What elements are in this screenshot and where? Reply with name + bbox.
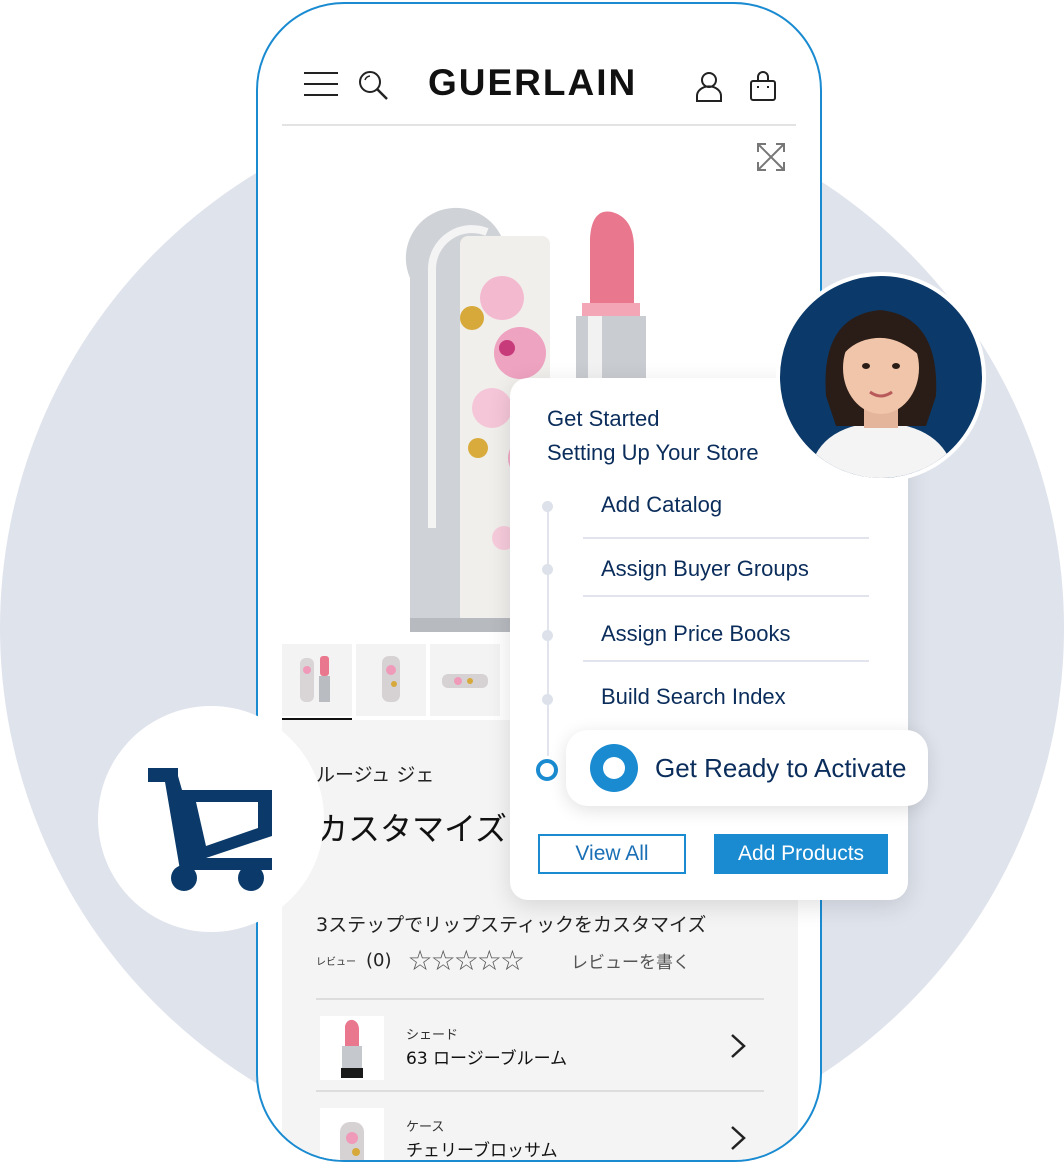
step-add-catalog[interactable]: Add Catalog [583,476,869,539]
review-count: (0) [366,950,392,971]
product-tagline: 3ステップでリップスティックをカスタマイズ [316,914,707,936]
step-label: Add Catalog [601,492,723,517]
step-label: Assign Buyer Groups [601,556,809,581]
shopping-cart-icon [148,768,272,891]
write-review-link[interactable]: レビューを書く [571,948,690,973]
variant-value: チェリーブロッサム [406,1141,558,1161]
review-row: レビュー (0) ☆☆☆☆☆ レビューを書く [316,944,690,977]
divider [583,660,869,662]
expand-icon[interactable] [756,142,786,172]
view-all-button[interactable]: View All [538,834,686,874]
step-build-search-index[interactable]: Build Search Index [583,668,869,728]
chevron-right-icon [731,1126,746,1150]
step-dot [542,564,553,575]
divider [583,595,869,597]
chevron-right-icon [731,1034,746,1058]
user-icon[interactable] [694,70,724,102]
divider [583,537,869,539]
case-thumbnail [320,1108,384,1160]
divider [316,998,764,1000]
store-header: GUERLAIN [282,4,796,126]
menu-icon[interactable] [304,72,338,96]
review-label: レビュー [316,957,356,968]
step-dot [542,630,553,641]
step-assign-buyer-groups[interactable]: Assign Buyer Groups [583,540,869,600]
step-dot [542,694,553,705]
card-subheading: Setting Up Your Store [547,440,759,465]
variant-row-shade[interactable]: シェード 63 ロージーブルーム [316,1002,764,1092]
variant-label: ケース [406,1120,445,1135]
variant-value: 63 ロージーブルーム [406,1049,568,1069]
product-subtitle: ルージュ ジェ [316,764,435,786]
step-label: Build Search Index [601,684,786,709]
active-step-label: Get Ready to Activate [655,753,907,783]
shade-thumbnail [320,1016,384,1080]
search-icon[interactable] [356,68,390,102]
variant-label: シェード [406,1028,459,1043]
brand-logo[interactable]: GUERLAIN [428,62,637,104]
thumbnail[interactable] [430,644,500,716]
variant-row-case[interactable]: ケース チェリーブロッサム [316,1094,764,1161]
card-heading: Get Started [547,406,660,431]
divider [316,1090,764,1092]
active-step-card[interactable]: Get Ready to Activate [566,730,928,806]
step-dot [542,501,553,512]
cart-bubble [98,706,324,932]
thumbnail[interactable] [356,644,426,716]
step-assign-price-books[interactable]: Assign Price Books [583,604,869,664]
avatar [776,272,986,482]
star-rating[interactable]: ☆☆☆☆☆ [408,944,526,977]
active-step-dot [536,759,558,781]
bag-icon[interactable] [748,70,778,102]
step-label: Assign Price Books [601,621,791,646]
active-step-icon [590,744,638,792]
add-products-button[interactable]: Add Products [714,834,888,874]
